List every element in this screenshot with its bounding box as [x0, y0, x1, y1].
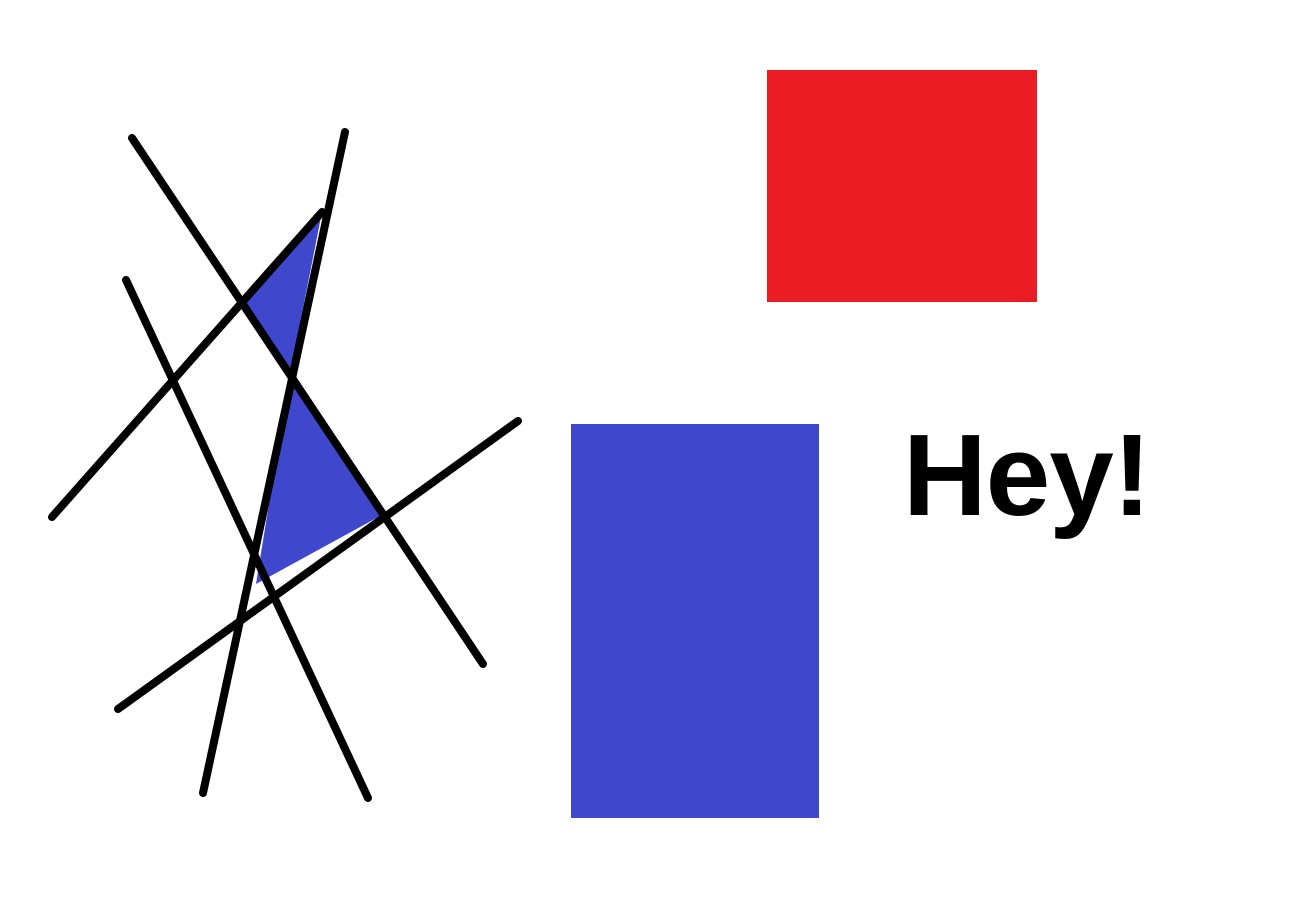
red-rectangle [767, 70, 1037, 302]
drawing-canvas: Hey! [0, 0, 1310, 906]
greeting-text: Hey! [903, 410, 1151, 540]
blue-rectangle [571, 424, 819, 818]
